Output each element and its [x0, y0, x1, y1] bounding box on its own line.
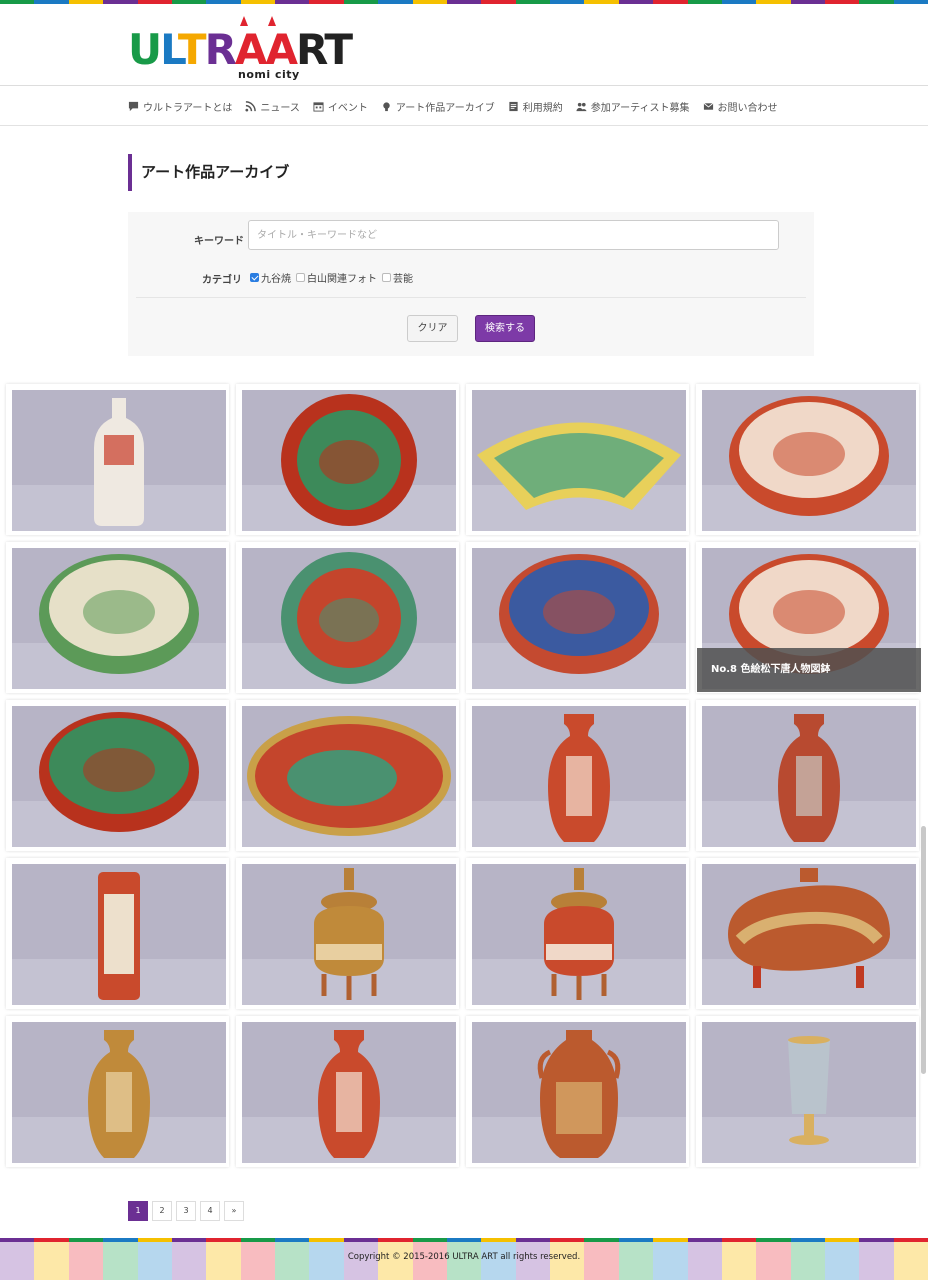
- artwork-card[interactable]: [6, 1016, 229, 1167]
- artwork-card[interactable]: [6, 384, 229, 535]
- artwork-thumbnail: [242, 390, 456, 531]
- panel-divider: [136, 297, 806, 298]
- artwork-thumbnail: [702, 864, 916, 1005]
- artwork-card[interactable]: [466, 384, 689, 535]
- artwork-thumbnail: [12, 390, 226, 531]
- artwork-card[interactable]: [6, 858, 229, 1009]
- artwork-card[interactable]: [236, 700, 459, 851]
- site-logo[interactable]: ULTRAART nomi city: [128, 16, 354, 81]
- artwork-card[interactable]: [696, 1016, 919, 1167]
- speech-bubble-icon: [128, 101, 143, 112]
- artwork-card[interactable]: [696, 700, 919, 851]
- artwork-thumbnail: [472, 390, 686, 531]
- artwork-thumbnail: [12, 1022, 226, 1163]
- artwork-card[interactable]: [6, 542, 229, 693]
- scrollbar-thumb[interactable]: [921, 826, 926, 1074]
- category-checkbox[interactable]: [250, 273, 259, 282]
- category-option-1[interactable]: 白山関連フォト: [296, 270, 377, 285]
- nav-item-label: お問い合わせ: [717, 103, 778, 114]
- artwork-card[interactable]: [466, 542, 689, 693]
- artwork-thumbnail: [472, 1022, 686, 1163]
- page-button-4[interactable]: 4: [200, 1201, 220, 1221]
- mail-icon: [703, 101, 718, 112]
- nav-item-4[interactable]: 利用規約: [508, 99, 563, 114]
- artwork-thumbnail: [242, 548, 456, 689]
- people-icon: [576, 101, 591, 112]
- rss-icon: [245, 101, 260, 112]
- lightbulb-icon: [381, 101, 396, 112]
- nav-item-5[interactable]: 参加アーティスト募集: [576, 99, 690, 114]
- artwork-card[interactable]: [696, 384, 919, 535]
- search-panel: キーワード カテゴリ 九谷焼 白山関連フォト 芸能 クリア 検索する: [128, 212, 814, 356]
- artwork-thumbnail: [242, 1022, 456, 1163]
- artwork-thumbnail: [472, 548, 686, 689]
- artwork-card[interactable]: [466, 700, 689, 851]
- artwork-thumbnail: [702, 390, 916, 531]
- calendar-icon: [313, 101, 328, 112]
- artwork-thumbnail: [702, 706, 916, 847]
- category-option-label: 九谷焼: [261, 274, 291, 285]
- nav-item-1[interactable]: ニュース: [245, 99, 300, 114]
- artwork-thumbnail: [242, 706, 456, 847]
- artwork-thumbnail: [12, 548, 226, 689]
- nav-list: ウルトラアートとは ニュース イベント アート作品アーカイブ 利用規約 参加アーティスト募…: [128, 87, 791, 126]
- artwork-card[interactable]: [6, 700, 229, 851]
- main-nav: ウルトラアートとは ニュース イベント アート作品アーカイブ 利用規約 参加アーティスト募…: [0, 87, 928, 126]
- artwork-card[interactable]: [236, 384, 459, 535]
- page-button-2[interactable]: 2: [152, 1201, 172, 1221]
- document-icon: [508, 101, 523, 112]
- artwork-thumbnail: [472, 706, 686, 847]
- category-option-label: 芸能: [393, 274, 413, 285]
- next-page-button[interactable]: »: [224, 1201, 244, 1221]
- pagination: 1 2 3 4»: [128, 1201, 248, 1221]
- svg-text:ULTRAART: ULTRAART: [128, 25, 353, 74]
- category-checkbox-list: 九谷焼 白山関連フォト 芸能: [250, 270, 418, 285]
- nav-item-label: アート作品アーカイブ: [395, 103, 495, 114]
- category-option-label: 白山関連フォト: [307, 274, 377, 285]
- page-title: アート作品アーカイブ: [128, 154, 289, 191]
- page-button-1[interactable]: 1: [128, 1201, 148, 1221]
- clear-button[interactable]: クリア: [407, 315, 458, 342]
- page-button-3[interactable]: 3: [176, 1201, 196, 1221]
- logo-subtitle: nomi city: [238, 68, 300, 81]
- category-checkbox[interactable]: [382, 273, 391, 282]
- keyword-input[interactable]: [248, 220, 779, 250]
- keyword-label: キーワード: [194, 236, 244, 247]
- artwork-card[interactable]: [236, 542, 459, 693]
- category-label: カテゴリ: [202, 275, 242, 286]
- artwork-card[interactable]: [466, 858, 689, 1009]
- artwork-thumbnail: [242, 864, 456, 1005]
- nav-item-label: イベント: [327, 103, 368, 114]
- category-checkbox[interactable]: [296, 273, 305, 282]
- search-button[interactable]: 検索する: [475, 315, 535, 342]
- category-option-2[interactable]: 芸能: [382, 270, 413, 285]
- artwork-card[interactable]: [236, 1016, 459, 1167]
- nav-item-label: 利用規約: [522, 103, 563, 114]
- artwork-thumbnail: [702, 1022, 916, 1163]
- artwork-thumbnail: [12, 706, 226, 847]
- nav-item-6[interactable]: お問い合わせ: [703, 99, 778, 114]
- artwork-thumbnail: [12, 864, 226, 1005]
- artwork-card[interactable]: [236, 858, 459, 1009]
- nav-item-label: 参加アーティスト募集: [590, 103, 690, 114]
- artwork-card[interactable]: [466, 1016, 689, 1167]
- nav-item-label: ニュース: [260, 103, 300, 114]
- site-header: ULTRAART nomi city: [0, 4, 928, 86]
- nav-item-label: ウルトラアートとは: [143, 103, 233, 114]
- artwork-hover-caption[interactable]: No.8 色絵松下唐人物図鉢: [697, 648, 921, 692]
- nav-item-3[interactable]: アート作品アーカイブ: [381, 99, 495, 114]
- artwork-card[interactable]: [696, 858, 919, 1009]
- nav-item-0[interactable]: ウルトラアートとは: [128, 99, 232, 114]
- nav-item-2[interactable]: イベント: [313, 99, 368, 114]
- copyright-text: Copyright © 2015-2016 ULTRA ART all righ…: [347, 1252, 581, 1262]
- artwork-thumbnail: [472, 864, 686, 1005]
- category-option-0[interactable]: 九谷焼: [250, 270, 291, 285]
